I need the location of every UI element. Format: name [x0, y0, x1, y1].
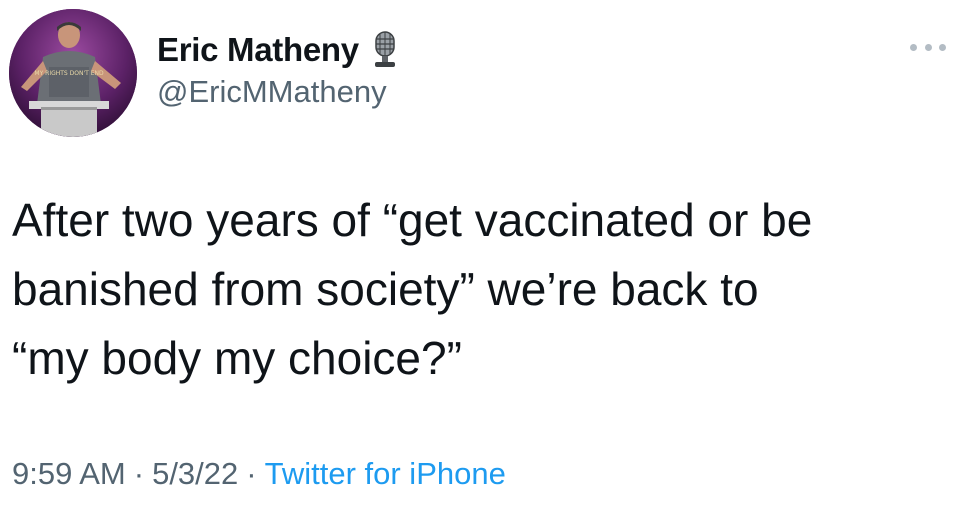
separator: ·	[246, 456, 257, 491]
avatar-image: MY RIGHTS DON'T END	[9, 9, 137, 137]
tweet-date[interactable]: 5/3/22	[152, 456, 238, 491]
separator: ·	[133, 456, 145, 491]
tweet-time[interactable]: 9:59 AM	[12, 456, 126, 491]
ellipsis-icon	[924, 43, 932, 51]
tweet-source-link[interactable]: Twitter for iPhone	[265, 456, 506, 491]
tweet-text: After two years of “get vaccinated or be…	[12, 194, 813, 384]
microphone-icon	[369, 30, 401, 70]
tweet-card: MY RIGHTS DON'T END Eric Matheny @EricMM…	[0, 0, 960, 517]
user-handle[interactable]: @EricMMatheny	[157, 74, 401, 110]
ellipsis-icon	[939, 43, 946, 51]
name-row: Eric Matheny	[157, 30, 401, 70]
avatar[interactable]: MY RIGHTS DON'T END	[9, 9, 137, 137]
tweet-metadata: 9:59 AM · 5/3/22 · Twitter for iPhone	[12, 456, 506, 492]
more-options-button[interactable]	[910, 40, 946, 54]
avatar-shirt-text: MY RIGHTS DON'T END	[34, 70, 104, 77]
tweet-author: Eric Matheny @EricMMatheny	[157, 30, 401, 110]
ellipsis-icon	[910, 43, 917, 51]
display-name[interactable]: Eric Matheny	[157, 31, 359, 69]
